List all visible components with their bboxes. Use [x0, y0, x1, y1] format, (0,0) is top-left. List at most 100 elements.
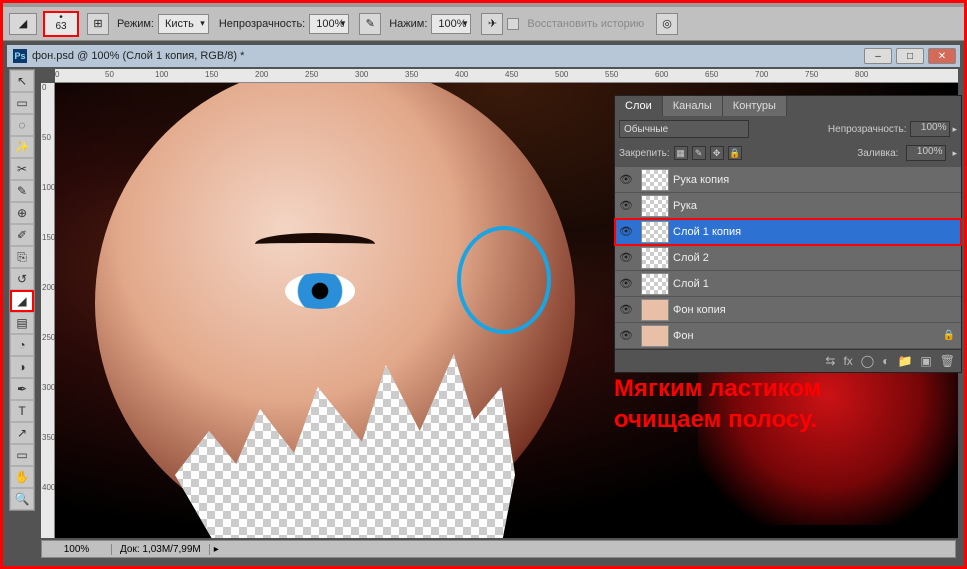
- visibility-icon[interactable]: 👁: [615, 199, 637, 212]
- tablet-pressure-icon[interactable]: ◎: [656, 13, 678, 35]
- stamp-tool[interactable]: ⎘: [10, 246, 34, 268]
- layer-name: Фон копия: [673, 304, 726, 316]
- new-layer-icon[interactable]: ▣: [920, 354, 931, 368]
- tab-channels[interactable]: Каналы: [663, 96, 723, 116]
- link-layers-icon[interactable]: ⇆: [825, 354, 835, 368]
- eraser-tool[interactable]: ◢: [10, 290, 34, 312]
- lock-all-icon[interactable]: 🔒: [728, 146, 742, 160]
- adjustment-layer-icon[interactable]: ◐: [882, 354, 889, 368]
- shape-tool[interactable]: ▭: [10, 444, 34, 466]
- blend-mode-dropdown[interactable]: Обычные: [619, 120, 749, 138]
- layer-row[interactable]: 👁 Рука: [615, 193, 961, 219]
- layer-mask-icon[interactable]: ◯: [861, 354, 874, 368]
- layer-row[interactable]: 👁 Слой 1: [615, 271, 961, 297]
- pen-tool[interactable]: ✒: [10, 378, 34, 400]
- doc-size: Док: 1,03M/7,99M: [112, 544, 210, 555]
- document-title-bar: Ps фон.psd @ 100% (Слой 1 копия, RGB/8) …: [7, 45, 960, 67]
- lock-transparent-icon[interactable]: ▦: [674, 146, 688, 160]
- layers-list: 👁Рука копия👁Рука👁Слой 1 копия👁Слой 2👁Сло…: [615, 167, 961, 349]
- history-brush-tool[interactable]: ↺: [10, 268, 34, 290]
- highlight-circle: [457, 226, 551, 334]
- annotation-text: Мягким ластиком очищаем полосу.: [614, 373, 944, 435]
- flow-label: Нажим:: [389, 18, 427, 30]
- options-bar: ◢ • 63 ⊞ Режим: Кисть Непрозрачность: 10…: [3, 7, 964, 41]
- gradient-tool[interactable]: ▤: [10, 312, 34, 334]
- opacity-input[interactable]: 100%: [309, 14, 349, 34]
- fill-input[interactable]: 100%: [906, 145, 946, 161]
- toolbox: ↖ ▭ ◌ ✨ ✂ ✎ ⊕ ✐ ⎘ ↺ ◢ ▤ ◔ ◑ ✒ T ↗ ▭ ✋ 🔍: [9, 69, 35, 511]
- close-button[interactable]: ✕: [928, 48, 956, 64]
- layer-opacity-label: Непрозрачность:: [828, 124, 907, 135]
- layer-thumbnail: [641, 247, 669, 269]
- layer-name: Слой 1: [673, 278, 709, 290]
- lock-image-icon[interactable]: ✎: [692, 146, 706, 160]
- flow-input[interactable]: 100%: [431, 14, 471, 34]
- layer-opacity-input[interactable]: 100%: [910, 121, 950, 137]
- brush-tool[interactable]: ✐: [10, 224, 34, 246]
- zoom-level[interactable]: 100%: [42, 544, 112, 555]
- mode-dropdown[interactable]: Кисть: [158, 14, 209, 34]
- document-title: фон.psd @ 100% (Слой 1 копия, RGB/8) *: [32, 50, 244, 62]
- dodge-tool[interactable]: ◑: [10, 356, 34, 378]
- layer-row[interactable]: 👁Рука копия: [615, 167, 961, 193]
- layer-thumbnail: [641, 299, 669, 321]
- hand-tool[interactable]: ✋: [10, 466, 34, 488]
- photoshop-icon: Ps: [13, 49, 27, 63]
- mode-label: Режим:: [117, 18, 154, 30]
- layer-row[interactable]: 👁 Фон копия: [615, 297, 961, 323]
- eyedropper-tool[interactable]: ✎: [10, 180, 34, 202]
- delete-layer-icon[interactable]: 🗑: [940, 354, 955, 368]
- wand-tool[interactable]: ✨: [10, 136, 34, 158]
- heal-tool[interactable]: ⊕: [10, 202, 34, 224]
- brush-panel-toggle[interactable]: ⊞: [87, 13, 109, 35]
- lock-label: Закрепить:: [619, 148, 670, 159]
- layer-row[interactable]: 👁 Слой 1 копия: [615, 219, 961, 245]
- path-tool[interactable]: ↗: [10, 422, 34, 444]
- visibility-icon[interactable]: 👁: [615, 251, 637, 264]
- eraser-tool-icon[interactable]: ◢: [9, 13, 37, 35]
- airbrush-icon[interactable]: ✈: [481, 13, 503, 35]
- visibility-icon[interactable]: 👁: [615, 225, 637, 238]
- marquee-tool[interactable]: ▭: [10, 92, 34, 114]
- crop-tool[interactable]: ✂: [10, 158, 34, 180]
- layer-row[interactable]: 👁 Слой 2: [615, 245, 961, 271]
- lasso-tool[interactable]: ◌: [10, 114, 34, 136]
- restore-history-label: Восстановить историю: [527, 18, 644, 30]
- layer-thumbnail: [641, 273, 669, 295]
- layer-name: Рука: [673, 200, 697, 212]
- move-tool[interactable]: ↖: [10, 70, 34, 92]
- layer-name: Слой 1 копия: [673, 226, 741, 238]
- visibility-icon[interactable]: 👁: [615, 277, 637, 290]
- layer-row[interactable]: 👁 Фон 🔒: [615, 323, 961, 349]
- opacity-pressure-icon[interactable]: ✎: [359, 13, 381, 35]
- status-bar: 100% Док: 1,03M/7,99M ▸: [41, 540, 956, 558]
- brush-size-picker[interactable]: • 63: [43, 11, 79, 37]
- tab-layers[interactable]: Слои: [615, 96, 663, 116]
- tab-paths[interactable]: Контуры: [723, 96, 787, 116]
- maximize-button[interactable]: □: [896, 48, 924, 64]
- layers-panel-footer: ⇆ fx ◯ ◐ 📁 ▣ 🗑: [615, 349, 961, 372]
- layer-name: Слой 2: [673, 252, 709, 264]
- brush-size-value: 63: [55, 21, 66, 32]
- opacity-label: Непрозрачность:: [219, 18, 305, 30]
- layers-panel: Слои Каналы Контуры Обычные Непрозрачнос…: [614, 95, 962, 373]
- blur-tool[interactable]: ◔: [10, 334, 34, 356]
- ruler-vertical: 050100150200250300350400: [41, 83, 55, 538]
- visibility-icon[interactable]: 👁: [615, 173, 637, 186]
- visibility-icon[interactable]: 👁: [615, 303, 637, 316]
- layer-name: Фон: [673, 330, 694, 342]
- zoom-tool[interactable]: 🔍: [10, 488, 34, 510]
- layer-style-icon[interactable]: fx: [843, 354, 852, 368]
- visibility-icon[interactable]: 👁: [615, 329, 637, 342]
- layer-thumbnail: [641, 325, 669, 347]
- layer-thumbnail: [641, 221, 669, 243]
- fill-label: Заливка:: [857, 148, 898, 159]
- lock-icon: 🔒: [943, 330, 955, 341]
- restore-history-checkbox[interactable]: [507, 18, 519, 30]
- group-icon[interactable]: 📁: [897, 354, 912, 368]
- layer-thumbnail: [641, 195, 669, 217]
- layer-thumbnail: [641, 169, 669, 191]
- minimize-button[interactable]: –: [864, 48, 892, 64]
- type-tool[interactable]: T: [10, 400, 34, 422]
- lock-position-icon[interactable]: ✥: [710, 146, 724, 160]
